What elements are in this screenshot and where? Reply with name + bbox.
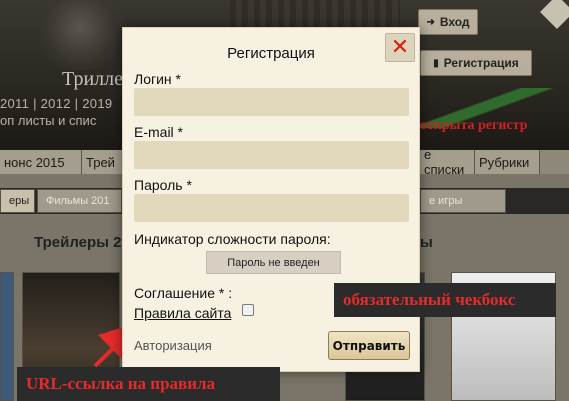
document-icon: ▮: [433, 57, 439, 69]
rules-link[interactable]: Правила сайта: [134, 305, 231, 321]
rules-callout: URL-ссылка на правила: [17, 367, 280, 401]
strength-label: Индикатор сложности пароля:: [134, 231, 331, 247]
nav-item-trailers[interactable]: Трей: [82, 150, 124, 174]
tab-trailers[interactable]: еры: [0, 189, 35, 213]
nav-item-rubrics[interactable]: Рубрики: [475, 150, 540, 174]
password-strength-indicator: Пароль не введен: [206, 251, 341, 274]
section-heading-right: ы: [420, 234, 433, 251]
tab-games[interactable]: е игры: [420, 189, 506, 213]
registration-modal: Регистрация ✕ Логин * E-mail * Пароль * …: [122, 27, 420, 372]
tab-films[interactable]: Фильмы 201: [37, 189, 122, 213]
close-button[interactable]: ✕: [385, 33, 415, 62]
registration-banner: открыта регистр: [420, 118, 528, 133]
close-x-icon: ✕: [390, 34, 410, 60]
checkbox-callout: обязательный чекбокс: [334, 283, 556, 317]
auth-link[interactable]: Авторизация: [134, 338, 212, 353]
header-photo: [40, 0, 120, 70]
tops-menu[interactable]: оп листы и спис: [0, 113, 96, 128]
poster-thumbnail[interactable]: [0, 272, 14, 401]
login-button[interactable]: ➜ Вход: [418, 9, 478, 35]
submit-button[interactable]: Отправить: [328, 331, 410, 360]
login-button-label: Вход: [439, 15, 470, 29]
section-heading: Трейлеры 2: [34, 234, 122, 251]
login-field[interactable]: [134, 88, 409, 116]
nav-item-announce[interactable]: нонс 2015: [0, 150, 82, 174]
password-label: Пароль *: [134, 177, 192, 193]
email-label: E-mail *: [134, 124, 184, 140]
password-field[interactable]: [134, 194, 409, 222]
agreement-checkbox[interactable]: [242, 304, 254, 316]
nav-item-lists[interactable]: е списки: [420, 147, 475, 177]
register-button[interactable]: ▮ Регистрация: [420, 50, 532, 76]
years-menu[interactable]: 2011 | 2012 | 2019: [0, 96, 112, 111]
agreement-label: Соглашение * :: [134, 285, 233, 301]
email-field[interactable]: [134, 141, 409, 169]
register-button-label: Регистрация: [443, 56, 519, 70]
login-label: Логин *: [134, 71, 181, 87]
login-arrow-icon: ➜: [426, 16, 435, 28]
modal-title: Регистрация: [227, 45, 315, 62]
